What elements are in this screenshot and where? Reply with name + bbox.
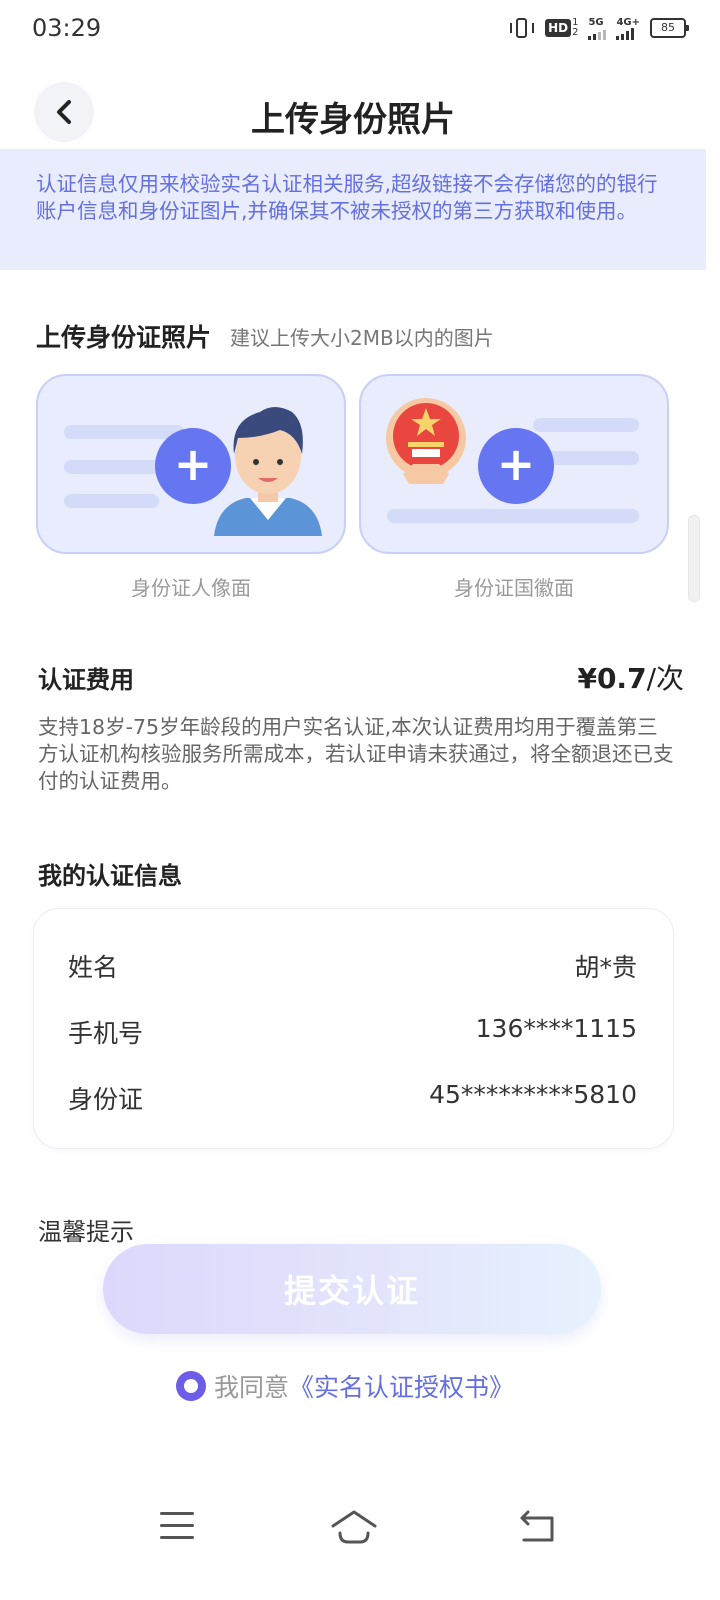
info-label: 姓名	[68, 953, 119, 982]
info-value: 136****1115	[475, 1014, 637, 1043]
menu-icon[interactable]	[160, 1512, 194, 1540]
info-row-name: 姓名 胡*贵	[68, 948, 637, 984]
info-label: 手机号	[68, 1019, 144, 1048]
my-info-card: 姓名 胡*贵 手机号 136****1115 身份证 45*********58…	[33, 908, 674, 1149]
battery-icon: 85	[650, 18, 689, 38]
privacy-notice: 认证信息仅用来校验实名认证相关服务,超级链接不会存储您的的银行账户信息和身份证图…	[0, 149, 706, 270]
vibrate-icon	[509, 16, 535, 40]
id-back-label: 身份证国徽面	[454, 576, 574, 600]
fee-title: 认证费用	[38, 666, 134, 694]
upload-section-title: 上传身份证照片	[36, 323, 212, 352]
id-back-upload-card[interactable]: +	[359, 374, 669, 554]
add-photo-icon: +	[155, 428, 231, 504]
agree-radio[interactable]	[176, 1371, 206, 1401]
status-time: 03:29	[32, 14, 102, 42]
add-photo-icon: +	[478, 428, 554, 504]
status-icons: HD 1 2 5G 4G+ 85	[509, 14, 689, 42]
back-nav-icon[interactable]	[518, 1508, 558, 1544]
id-front-label: 身份证人像面	[131, 576, 251, 600]
hd-indicator: HD 1 2	[545, 18, 578, 38]
agreement-link[interactable]: 《实名认证授权书》	[289, 1368, 514, 1404]
tips-title: 温馨提示	[38, 1218, 134, 1246]
agreement-row: 我同意 《实名认证授权书》	[176, 1368, 514, 1404]
info-value: 45*********5810	[429, 1080, 637, 1109]
fee-price: ¥0.7/次	[577, 657, 684, 697]
fee-amount: ¥0.7	[577, 662, 647, 695]
my-info-title: 我的认证信息	[38, 862, 182, 890]
scrollbar-thumb[interactable]	[688, 515, 700, 602]
info-row-phone: 手机号 136****1115	[68, 1014, 637, 1050]
upload-hint: 建议上传大小2MB以内的图片	[230, 326, 494, 350]
info-value: 胡*贵	[574, 953, 637, 982]
fee-unit: /次	[646, 662, 684, 695]
home-icon[interactable]	[330, 1506, 378, 1546]
agree-prefix: 我同意	[214, 1373, 290, 1402]
info-row-id: 身份证 45*********5810	[68, 1080, 637, 1116]
signal-4g-icon: 4G+	[616, 17, 640, 40]
national-emblem-icon	[386, 398, 466, 484]
id-front-upload-card[interactable]: +	[36, 374, 346, 554]
info-label: 身份证	[68, 1085, 144, 1114]
fee-description: 支持18岁-75岁年龄段的用户实名认证,本次认证费用均用于覆盖第三方认证机构核验…	[38, 715, 674, 793]
page-title: 上传身份照片	[251, 100, 455, 140]
submit-button[interactable]: 提交认证	[103, 1244, 601, 1334]
signal-5g-icon: 5G	[588, 17, 607, 40]
